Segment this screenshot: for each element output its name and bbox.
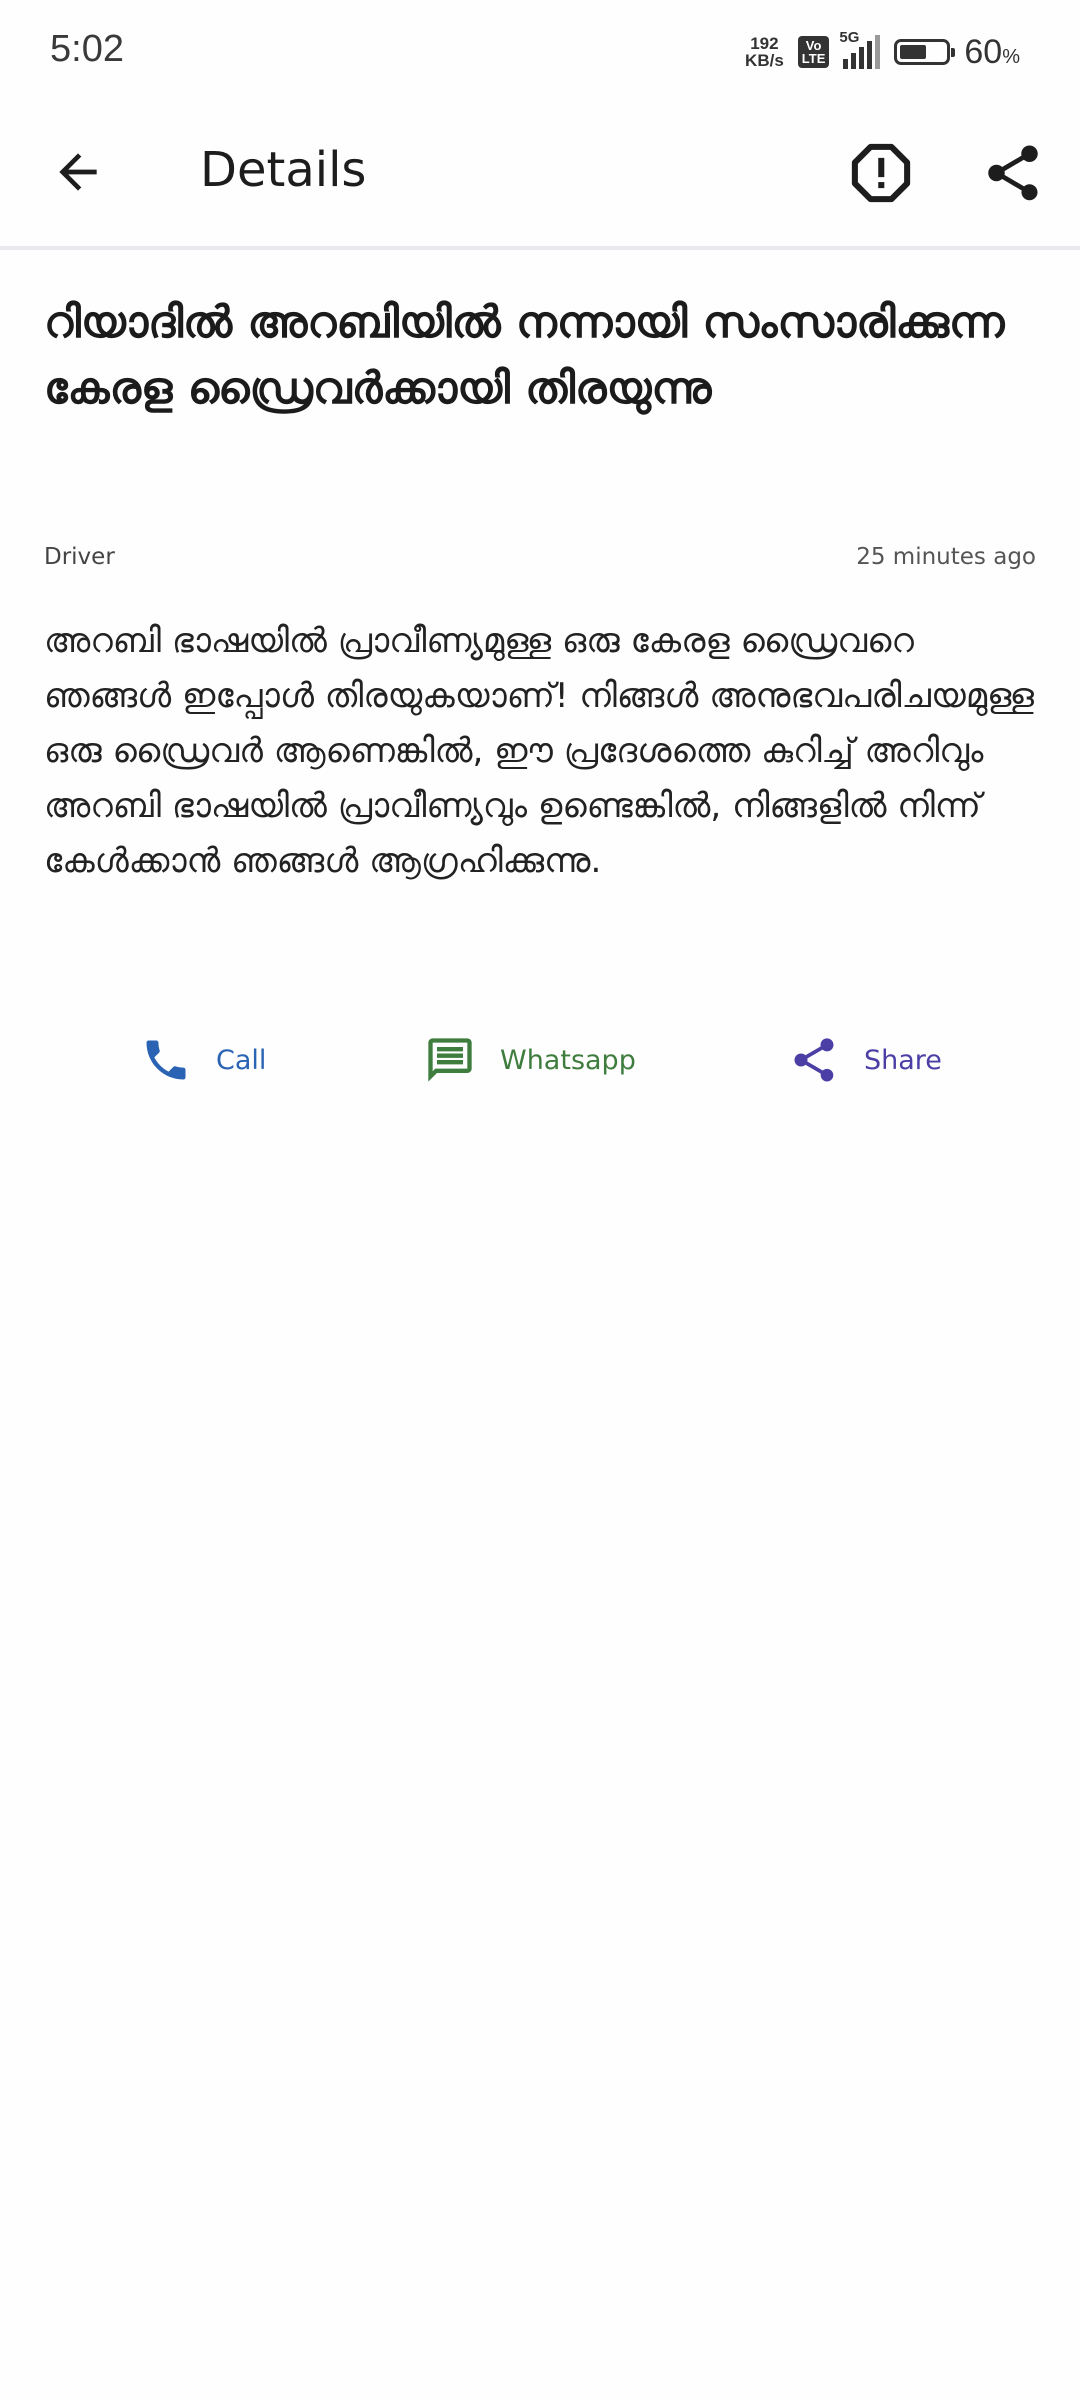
- battery-icon: [894, 39, 956, 65]
- app-bar: Details: [0, 104, 1080, 250]
- signal-icon: 5G: [839, 29, 881, 69]
- signal-bar: [867, 41, 873, 69]
- volte-bottom-label: LTE: [801, 51, 826, 66]
- phone-icon: [146, 1040, 186, 1080]
- signal-bar: [851, 53, 857, 69]
- status-time: 5:02: [50, 28, 124, 70]
- network-speed-unit: KB/s: [745, 51, 784, 70]
- post-body: അറബി ഭാഷയിൽ പ്രാവീണ്യമുള്ള ഒരു കേരള ഡ്രൈ…: [44, 621, 1034, 881]
- post-title: റിയാദിൽ അറബിയിൽ നന്നായി സംസാരിക്കുന്ന കേ…: [44, 297, 1005, 414]
- alert-octagon-icon: [851, 143, 911, 203]
- back-button[interactable]: [50, 144, 106, 200]
- post-time-ago: 25 minutes ago: [856, 544, 1036, 570]
- whatsapp-button[interactable]: Whatsapp: [424, 1020, 636, 1100]
- call-button[interactable]: Call: [140, 1020, 266, 1100]
- network-speed: 192 KB/s: [745, 35, 784, 69]
- status-indicators: 192 KB/s Vo LTE 5G 60%: [745, 29, 1020, 74]
- message-icon: [428, 1038, 472, 1082]
- volte-icon: Vo LTE: [797, 36, 830, 68]
- share-top-button[interactable]: [980, 140, 1046, 206]
- battery-percent-value: 60: [964, 32, 1003, 71]
- share-button[interactable]: Share: [788, 1020, 942, 1100]
- battery-fill: [900, 45, 927, 59]
- post-category: Driver: [44, 544, 115, 570]
- status-bar: 5:02 192 KB/s Vo LTE 5G 60%: [0, 0, 1080, 104]
- battery-percentage: 60%: [964, 33, 1020, 72]
- page-title: Details: [200, 142, 367, 198]
- network-type: 5G: [839, 29, 860, 46]
- signal-bar: [875, 35, 881, 69]
- network-speed-value: 192: [750, 34, 779, 53]
- battery-percent-unit: %: [1002, 45, 1020, 68]
- report-button[interactable]: [848, 140, 914, 206]
- whatsapp-label: Whatsapp: [500, 1044, 636, 1076]
- call-label: Call: [216, 1044, 267, 1076]
- arrow-left-icon: [59, 153, 97, 191]
- signal-bar: [843, 59, 849, 69]
- share-label: Share: [864, 1044, 942, 1076]
- share-icon: [988, 145, 1038, 201]
- share-icon: [794, 1038, 834, 1082]
- signal-bar: [859, 47, 865, 69]
- action-row: Call Whatsapp Share: [0, 1020, 1080, 1100]
